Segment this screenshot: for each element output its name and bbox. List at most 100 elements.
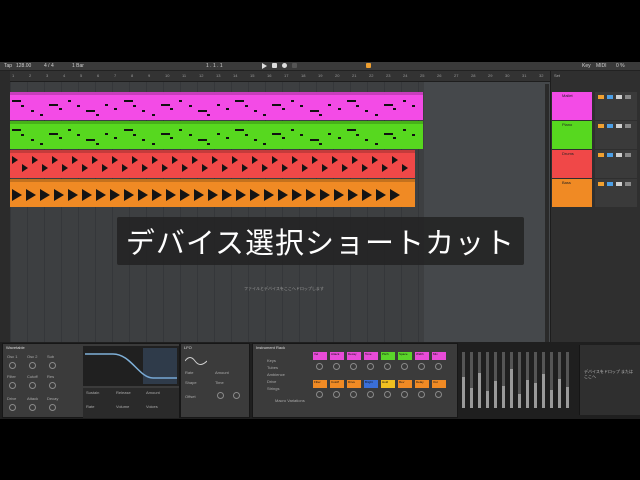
midi-map-button[interactable]: MIDI bbox=[596, 63, 607, 69]
clip-piano[interactable] bbox=[10, 121, 423, 149]
time-signature[interactable]: 4 / 4 bbox=[44, 63, 54, 69]
channel-meter[interactable] bbox=[510, 352, 513, 408]
session-clip-bass[interactable]: Bass bbox=[552, 179, 592, 207]
loop-icon[interactable] bbox=[366, 63, 371, 68]
macro-knob[interactable] bbox=[401, 391, 408, 398]
activator-button[interactable] bbox=[598, 153, 604, 157]
solo-button[interactable] bbox=[607, 124, 613, 128]
macro-pad[interactable]: Mix bbox=[432, 352, 446, 360]
channel-meter[interactable] bbox=[558, 352, 561, 408]
drive-knob[interactable] bbox=[9, 404, 16, 411]
monitor-button[interactable] bbox=[625, 153, 631, 157]
clip-drums[interactable] bbox=[10, 150, 415, 178]
solo-button[interactable] bbox=[607, 182, 613, 186]
channel-meter[interactable] bbox=[542, 352, 545, 408]
macro-knob[interactable] bbox=[384, 391, 391, 398]
clip-header[interactable] bbox=[10, 121, 423, 124]
macro-knob[interactable] bbox=[350, 391, 357, 398]
rack-chain-keys[interactable]: Keys bbox=[267, 358, 276, 363]
beat-ruler[interactable]: 1 2 3 4 5 6 7 8 9 10 11 12 13 14 15 16 17 18 19 20 21 22 23 24 2… bbox=[10, 71, 550, 82]
macro-pad[interactable]: Cutoff bbox=[330, 380, 344, 388]
macro-knob[interactable] bbox=[316, 363, 323, 370]
macro-knob[interactable] bbox=[435, 391, 442, 398]
macro-knob[interactable] bbox=[333, 363, 340, 370]
macro-knob[interactable] bbox=[333, 391, 340, 398]
macro-pad[interactable]: Delay bbox=[415, 380, 429, 388]
envelope-section[interactable]: Sustain Release Amount Rate Volume Voice… bbox=[83, 388, 179, 418]
lfo-offset-knob[interactable] bbox=[217, 392, 224, 399]
osc1-knob[interactable] bbox=[9, 362, 16, 369]
macro-pad[interactable]: Hold bbox=[381, 380, 395, 388]
channel-meter[interactable] bbox=[470, 352, 473, 408]
key-map-button[interactable]: Key bbox=[582, 63, 591, 69]
rack-chain-tubes[interactable]: Tubes bbox=[267, 365, 278, 370]
channel-meter[interactable] bbox=[486, 352, 489, 408]
macro-pad[interactable]: Space bbox=[398, 352, 412, 360]
macro-pad[interactable]: Vel bbox=[313, 352, 327, 360]
arrangement-view[interactable]: ファイルとデバイスをここへドロップします bbox=[10, 82, 556, 344]
macro-pad[interactable]: Out bbox=[432, 380, 446, 388]
macro-pad[interactable]: Width bbox=[415, 352, 429, 360]
channel-meter[interactable] bbox=[462, 352, 465, 408]
activator-button[interactable] bbox=[598, 124, 604, 128]
position-field[interactable]: 1 . 1 . 1 bbox=[206, 63, 223, 69]
macro-knob[interactable] bbox=[316, 391, 323, 398]
macro-pad[interactable]: Attack bbox=[330, 352, 344, 360]
channel-meter[interactable] bbox=[494, 352, 497, 408]
macro-knob[interactable] bbox=[435, 363, 442, 370]
rack-chain-drive[interactable]: Drive bbox=[267, 379, 276, 384]
channel-meter[interactable] bbox=[526, 352, 529, 408]
clip-mallet[interactable] bbox=[10, 92, 423, 120]
play-icon[interactable] bbox=[262, 63, 267, 69]
attack-knob[interactable] bbox=[29, 404, 36, 411]
macro-pad[interactable]: Rev bbox=[398, 380, 412, 388]
osc2-knob[interactable] bbox=[29, 362, 36, 369]
macro-knob[interactable] bbox=[367, 391, 374, 398]
macro-knob[interactable] bbox=[367, 363, 374, 370]
track-controls-piano[interactable] bbox=[595, 121, 637, 149]
instrument-rack[interactable]: Instrument Rack Keys Tubes Ambience Driv… bbox=[252, 343, 458, 418]
filter-knob[interactable] bbox=[9, 382, 16, 389]
track-controls-mallet[interactable] bbox=[595, 92, 637, 120]
activator-button[interactable] bbox=[598, 95, 604, 99]
lfo-phase-knob[interactable] bbox=[233, 392, 240, 399]
macro-pad[interactable]: Pitch bbox=[381, 352, 395, 360]
sub-knob[interactable] bbox=[49, 362, 56, 369]
macro-knob[interactable] bbox=[418, 391, 425, 398]
monitor-button[interactable] bbox=[625, 124, 631, 128]
arm-button[interactable] bbox=[616, 95, 622, 99]
clip-header[interactable] bbox=[10, 179, 415, 182]
arm-button[interactable] bbox=[616, 153, 622, 157]
stop-icon[interactable] bbox=[272, 63, 277, 68]
channel-meter[interactable] bbox=[566, 352, 569, 408]
lfo-device[interactable]: LFO Rate Shape Amount Time Offset bbox=[180, 343, 250, 418]
channel-meter[interactable] bbox=[534, 352, 537, 408]
channel-meter[interactable] bbox=[550, 352, 553, 408]
res-knob[interactable] bbox=[49, 382, 56, 389]
channel-meter[interactable] bbox=[502, 352, 505, 408]
record-icon[interactable] bbox=[282, 63, 287, 68]
waveform-display[interactable] bbox=[83, 346, 179, 386]
track-controls-drums[interactable] bbox=[595, 150, 637, 178]
session-clip-drums[interactable]: Drums bbox=[552, 150, 592, 178]
overdub-icon[interactable] bbox=[292, 63, 297, 68]
clip-bass[interactable] bbox=[10, 179, 415, 207]
macro-pad[interactable]: Bright bbox=[364, 380, 378, 388]
tempo-field[interactable]: 128.00 bbox=[16, 63, 31, 69]
track-controls-bass[interactable] bbox=[595, 179, 637, 207]
macro-pad[interactable]: Tone bbox=[364, 352, 378, 360]
clip-header[interactable] bbox=[10, 150, 415, 153]
channel-meter[interactable] bbox=[478, 352, 481, 408]
quantize-select[interactable]: 1 Bar bbox=[72, 63, 84, 69]
arm-button[interactable] bbox=[616, 124, 622, 128]
tap-button[interactable]: Tap bbox=[4, 63, 12, 69]
arm-button[interactable] bbox=[616, 182, 622, 186]
activator-button[interactable] bbox=[598, 182, 604, 186]
monitor-button[interactable] bbox=[625, 182, 631, 186]
monitor-button[interactable] bbox=[625, 95, 631, 99]
macro-pad[interactable]: Drive bbox=[347, 380, 361, 388]
channel-meter[interactable] bbox=[518, 352, 521, 408]
solo-button[interactable] bbox=[607, 95, 613, 99]
session-clip-mallet[interactable]: Mallet bbox=[552, 92, 592, 120]
macro-pad[interactable]: Decay bbox=[347, 352, 361, 360]
